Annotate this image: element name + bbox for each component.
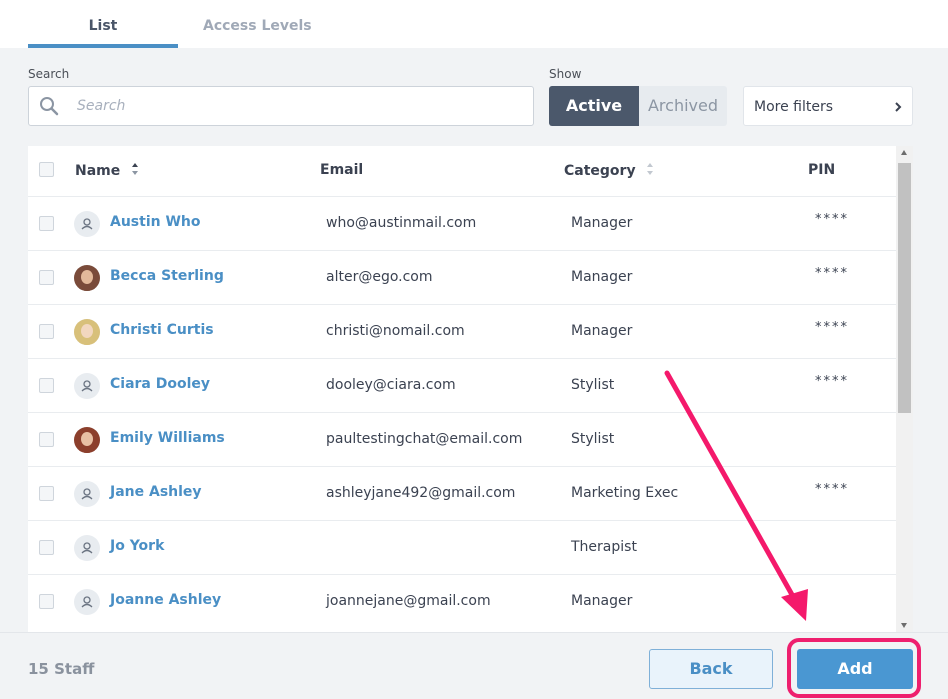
row-checkbox[interactable] [39, 486, 54, 501]
staff-pin: **** [815, 320, 849, 335]
user-placeholder-icon [74, 535, 100, 561]
staff-name-link[interactable]: Jo York [110, 538, 164, 554]
row-checkbox[interactable] [39, 378, 54, 393]
staff-name-link[interactable]: Jane Ashley [110, 484, 202, 500]
staff-email: ashleyjane492@gmail.com [326, 485, 516, 501]
staff-table: Name Email Category PIN Austin Who who@au… [28, 146, 896, 632]
table-row[interactable]: Emily Williams paultestingchat@email.com S… [28, 412, 896, 466]
staff-pin: **** [815, 374, 849, 389]
tab-access-levels-label: Access Levels [203, 18, 312, 34]
staff-category: Manager [571, 323, 633, 339]
tab-list-label: List [88, 18, 118, 34]
show-active-button[interactable]: Active [549, 86, 639, 126]
tab-bar: List Access Levels [0, 0, 948, 48]
avatar [74, 265, 100, 291]
show-label: Show [549, 67, 582, 81]
more-filters-label: More filters [754, 99, 834, 115]
column-header-name-label: Name [75, 163, 121, 179]
staff-name-link[interactable]: Emily Williams [110, 430, 225, 446]
staff-category: Manager [571, 593, 633, 609]
sort-icon [646, 162, 654, 180]
table-row[interactable]: Christi Curtis christi@nomail.com Manager *… [28, 304, 896, 358]
staff-name-link[interactable]: Ciara Dooley [110, 376, 210, 392]
staff-name-link[interactable]: Christi Curtis [110, 322, 214, 338]
table-row[interactable]: Joanne Ashley joannejane@gmail.com Manager [28, 574, 896, 628]
table-scrollbar[interactable] [896, 146, 913, 632]
show-archived-button[interactable]: Archived [639, 86, 727, 126]
row-checkbox[interactable] [39, 594, 54, 609]
row-checkbox[interactable] [39, 540, 54, 555]
staff-pin: **** [815, 482, 849, 497]
row-checkbox[interactable] [39, 216, 54, 231]
user-placeholder-icon [74, 373, 100, 399]
add-button[interactable]: Add [797, 649, 913, 689]
staff-email: joannejane@gmail.com [326, 593, 491, 609]
chevron-right-icon [894, 87, 902, 143]
column-header-pin: PIN [808, 162, 836, 178]
staff-email: paultestingchat@email.com [326, 431, 523, 447]
search-icon [39, 96, 59, 116]
user-placeholder-icon [74, 211, 100, 237]
staff-name-link[interactable]: Becca Sterling [110, 268, 224, 284]
staff-count: 15 Staff [28, 660, 95, 678]
table-row[interactable]: Becca Sterling alter@ego.com Manager **** [28, 250, 896, 304]
scroll-thumb[interactable] [898, 163, 911, 413]
search-input[interactable] [77, 95, 517, 117]
tab-list[interactable]: List [28, 18, 178, 48]
more-filters-button[interactable]: More filters [743, 86, 913, 126]
sort-icon [131, 162, 139, 180]
row-checkbox[interactable] [39, 432, 54, 447]
column-header-category[interactable]: Category [564, 162, 654, 180]
avatar [74, 427, 100, 453]
search-label: Search [28, 67, 70, 81]
staff-name-link[interactable]: Austin Who [110, 214, 201, 230]
tab-access-levels[interactable]: Access Levels [203, 18, 312, 48]
staff-pin: **** [815, 266, 849, 281]
user-placeholder-icon [74, 481, 100, 507]
table-row[interactable]: Ciara Dooley dooley@ciara.com Stylist **** [28, 358, 896, 412]
staff-category: Manager [571, 215, 633, 231]
staff-category: Stylist [571, 377, 615, 393]
avatar [74, 319, 100, 345]
scroll-up-icon[interactable] [901, 150, 907, 155]
staff-email: alter@ego.com [326, 269, 433, 285]
select-all-checkbox[interactable] [39, 162, 54, 177]
staff-email: christi@nomail.com [326, 323, 465, 339]
column-header-email: Email [320, 162, 364, 178]
show-toggle: Active Archived [549, 86, 727, 126]
row-checkbox[interactable] [39, 324, 54, 339]
row-checkbox[interactable] [39, 270, 54, 285]
staff-email: dooley@ciara.com [326, 377, 456, 393]
search-field[interactable] [28, 86, 534, 126]
staff-category: Marketing Exec [571, 485, 679, 501]
staff-email: who@austinmail.com [326, 215, 477, 231]
tab-active-indicator [28, 44, 178, 48]
column-header-name[interactable]: Name [75, 162, 139, 180]
table-row[interactable]: Jo York Therapist [28, 520, 896, 574]
staff-name-link[interactable]: Joanne Ashley [110, 592, 221, 608]
staff-pin: **** [815, 212, 849, 227]
table-row[interactable]: Jane Ashley ashleyjane492@gmail.com Market… [28, 466, 896, 520]
footer-bar: 15 Staff Back Add [0, 632, 948, 699]
staff-category: Therapist [571, 539, 637, 555]
user-placeholder-icon [74, 589, 100, 615]
staff-category: Manager [571, 269, 633, 285]
table-header: Name Email Category PIN [28, 146, 896, 196]
back-button[interactable]: Back [649, 649, 773, 689]
column-header-category-label: Category [564, 163, 636, 179]
scroll-down-icon[interactable] [901, 623, 907, 628]
table-row[interactable]: Austin Who who@austinmail.com Manager **** [28, 196, 896, 250]
staff-category: Stylist [571, 431, 615, 447]
